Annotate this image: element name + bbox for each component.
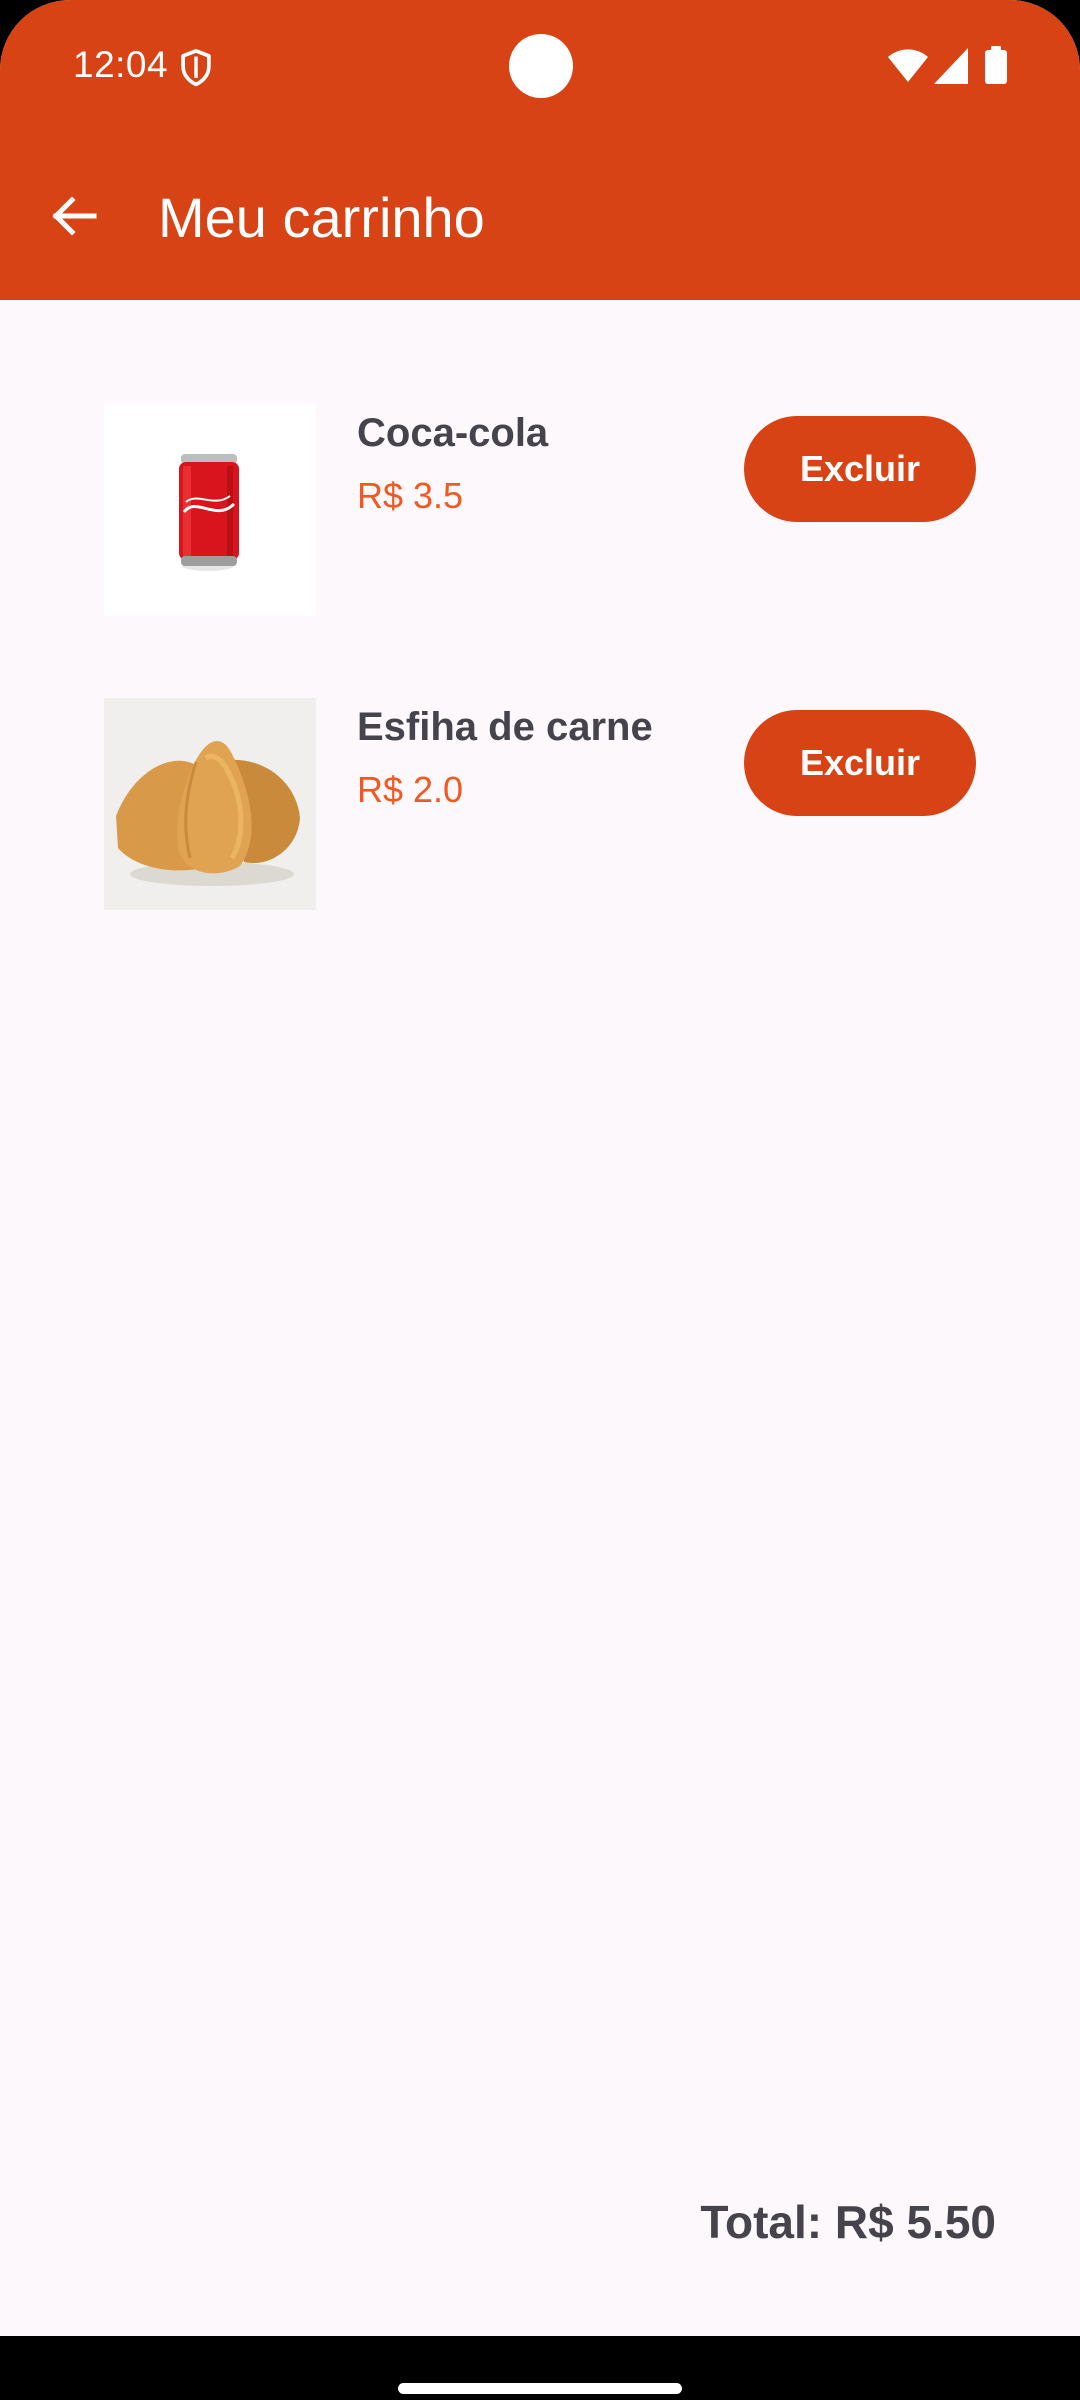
item-price: R$ 2.0 <box>357 769 464 810</box>
product-image-esfiha <box>104 698 316 910</box>
coca-cola-can-image <box>104 404 316 616</box>
esfiha-image <box>104 698 316 910</box>
home-indicator[interactable] <box>398 2383 682 2394</box>
delete-button[interactable]: Excluir <box>744 416 976 522</box>
battery-icon <box>985 46 1007 84</box>
phone-screen: 12:04 Meu carrinho Coca-cola R$ 3.5 Excl… <box>0 0 1080 2400</box>
back-button[interactable] <box>46 188 102 244</box>
status-time: 12:04 <box>73 44 169 85</box>
signal-icon <box>934 48 968 84</box>
cart-item: Coca-cola R$ 3.5 Excluir <box>104 404 984 616</box>
status-bar: 12:04 <box>0 0 1080 130</box>
delete-button[interactable]: Excluir <box>744 710 976 816</box>
item-name: Coca-cola <box>357 411 549 455</box>
arrow-left-icon <box>52 196 97 236</box>
page-title: Meu carrinho <box>158 186 485 249</box>
camera-cutout <box>509 34 573 98</box>
cart-total: Total: R$ 5.50 <box>700 2196 996 2248</box>
item-price: R$ 3.5 <box>357 475 464 516</box>
shield-icon <box>181 49 211 87</box>
product-image-coca-cola <box>104 404 316 616</box>
app-bar: 12:04 Meu carrinho <box>0 0 1080 300</box>
item-name: Esfiha de carne <box>357 705 653 749</box>
wifi-icon <box>888 49 928 82</box>
cart-item: Esfiha de carne R$ 2.0 Excluir <box>104 698 984 910</box>
